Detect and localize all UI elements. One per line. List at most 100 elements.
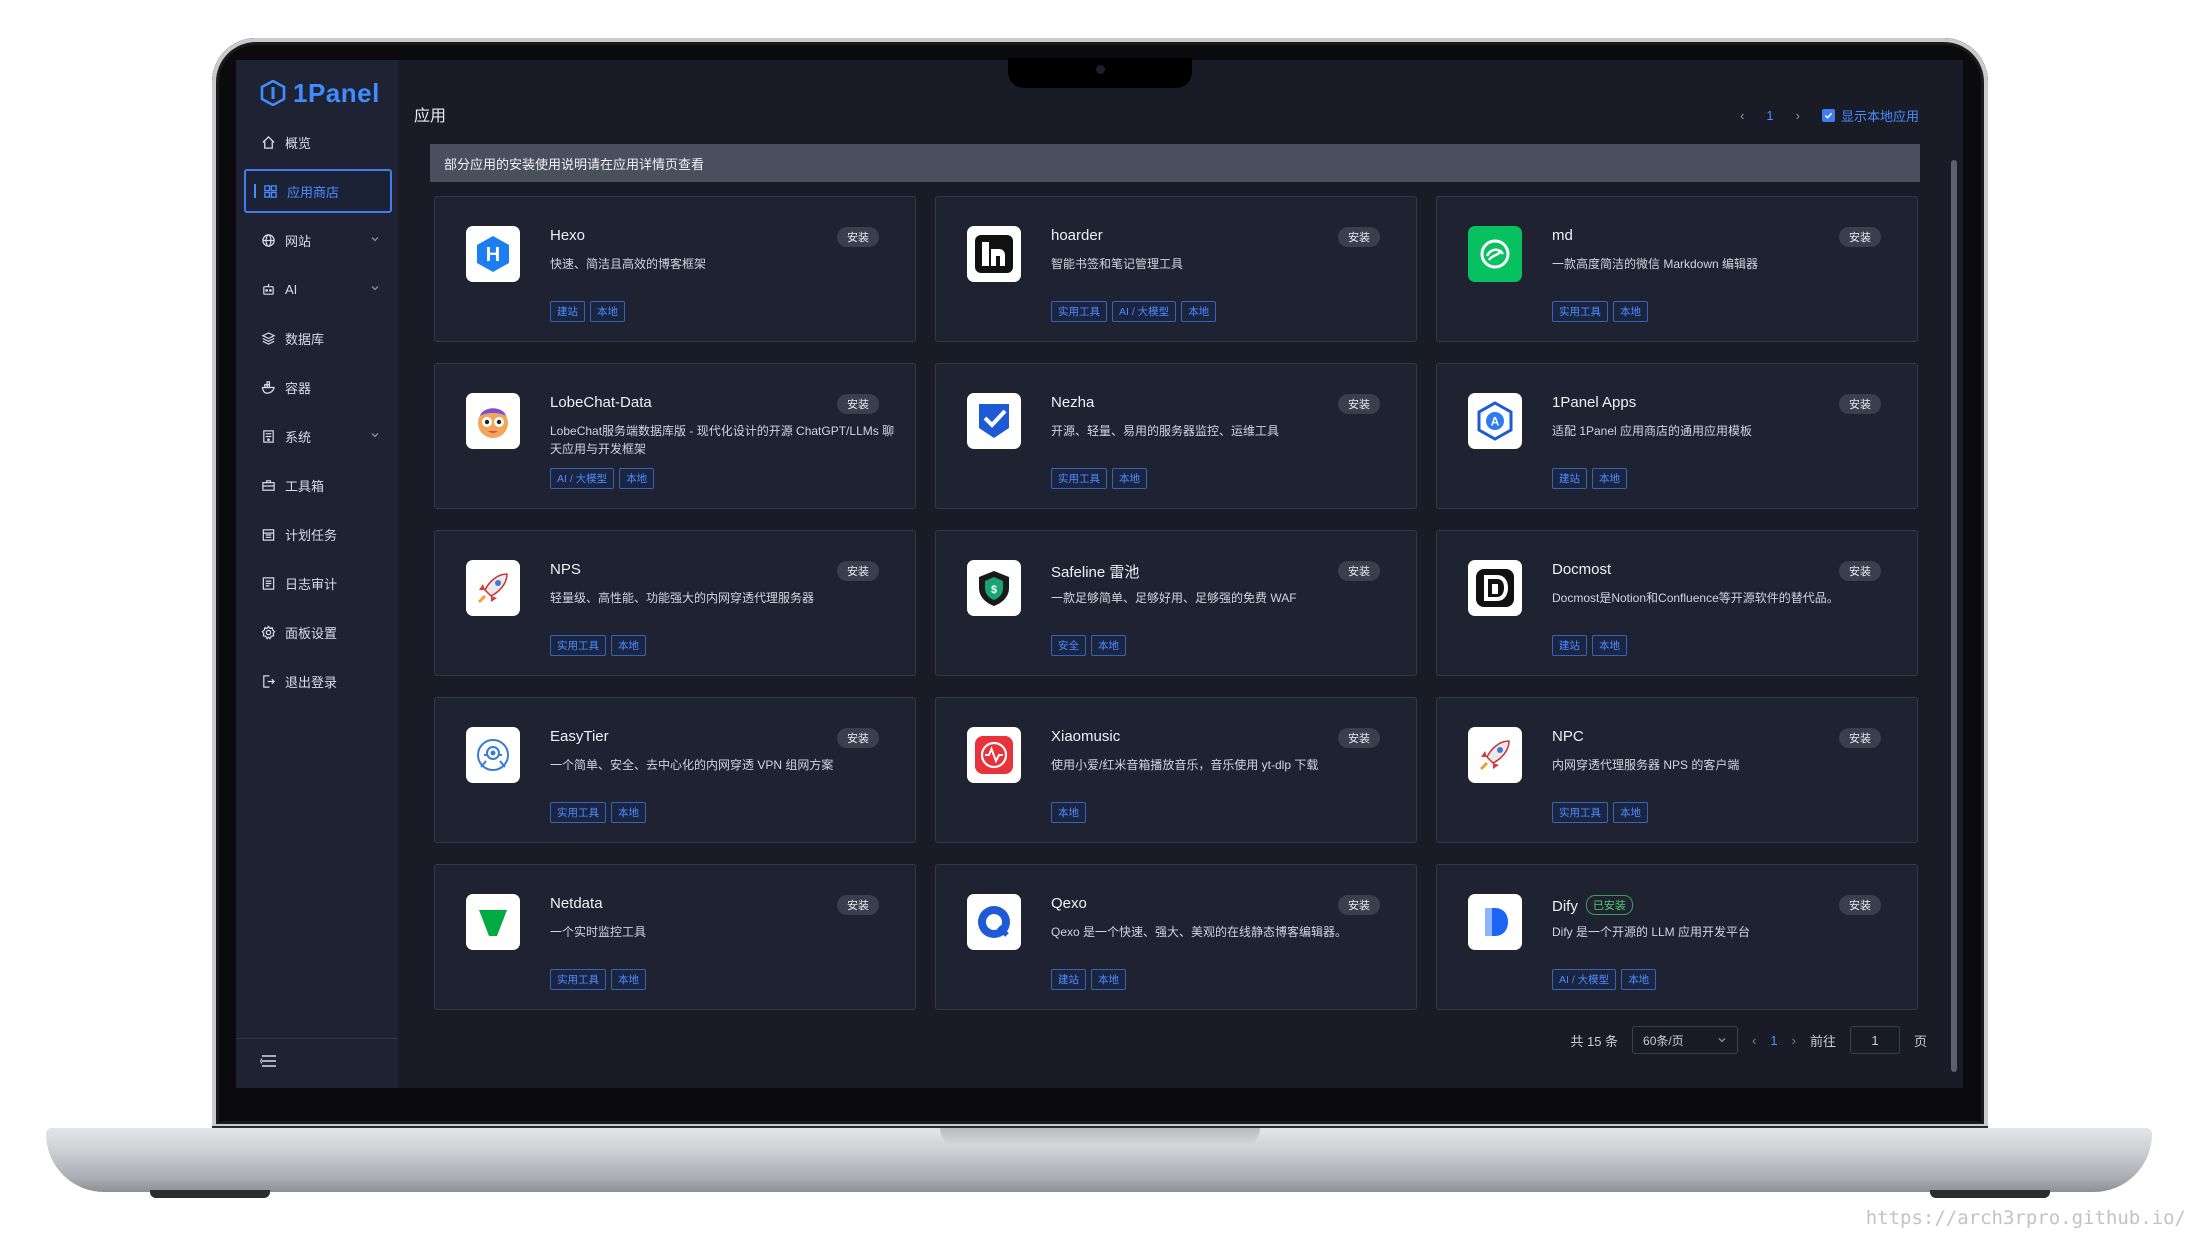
tag[interactable]: 实用工具 [550, 635, 606, 656]
tag[interactable]: 建站 [1051, 969, 1086, 990]
app-card[interactable]: Xiaomusic 安装 使用小爱/红米音箱播放音乐，音乐使用 yt-dlp 下… [935, 697, 1417, 843]
sidebar-item-toolbox[interactable]: 工具箱 [244, 463, 392, 507]
goto-label: 前往 [1809, 1033, 1836, 1049]
tag[interactable]: 建站 [1552, 635, 1587, 656]
install-button[interactable]: 安装 [1839, 561, 1881, 581]
goto-page-input[interactable]: 1 [1849, 1026, 1900, 1054]
sidebar-item-system[interactable]: 系统 [244, 414, 392, 458]
app-card[interactable]: $ Safeline 雷池 安装 一款足够简单、足够好用、足够强的免费 WAF … [935, 530, 1417, 676]
sidebar-item-cron[interactable]: 计划任务 [244, 512, 392, 556]
sidebar-item-database[interactable]: 数据库 [244, 316, 392, 360]
chevron-right-icon[interactable]: › [1796, 108, 1800, 123]
sidebar-nav: 概览 应用商店 网站 AI 数据库 容器 系统 工具箱 计划任务 日志审计 面板… [244, 120, 392, 708]
hexo-icon: H [466, 226, 520, 282]
tag[interactable]: 本地 [1091, 969, 1126, 990]
install-button[interactable]: 安装 [1839, 227, 1881, 247]
app-description: LobeChat服务端数据库版 - 现代化设计的开源 ChatGPT/LLMs … [550, 424, 895, 456]
app-card[interactable]: hoarder 安装 智能书签和笔记管理工具 实用工具 AI / 大模型 本地 [935, 196, 1417, 342]
install-button[interactable]: 安装 [837, 561, 879, 581]
tag[interactable]: 本地 [1613, 301, 1648, 322]
sidebar-item-website[interactable]: 网站 [244, 218, 392, 262]
logo[interactable]: 1Panel [260, 70, 380, 116]
install-button[interactable]: 安装 [1338, 227, 1380, 247]
pagination: 共 15 条 60条/页 ‹ 1 › 前往 1 页 [1570, 1026, 1927, 1054]
sidebar-item-settings[interactable]: 面板设置 [244, 610, 392, 654]
app-name: Qexo [1051, 895, 1087, 912]
app-card[interactable]: EasyTier 安装 一个简单、安全、去中心化的内网穿透 VPN 组网方案 实… [434, 697, 916, 843]
sidebar-item-ai[interactable]: AI [244, 267, 392, 311]
install-button[interactable]: 安装 [837, 394, 879, 414]
tag[interactable]: 本地 [1091, 635, 1126, 656]
tag[interactable]: 本地 [1613, 802, 1648, 823]
install-button[interactable]: 安装 [1338, 561, 1380, 581]
install-button[interactable]: 安装 [1338, 895, 1380, 915]
tag[interactable]: 本地 [590, 301, 625, 322]
logout-icon [260, 673, 277, 690]
app-card[interactable]: NPS 安装 轻量级、高性能、功能强大的内网穿透代理服务器 实用工具 本地 [434, 530, 916, 676]
tag[interactable]: 实用工具 [550, 802, 606, 823]
app-card[interactable]: NPC 安装 内网穿透代理服务器 NPS 的客户端 实用工具 本地 [1436, 697, 1918, 843]
app-name: EasyTier [550, 728, 609, 745]
chevron-left-icon[interactable]: ‹ [1752, 1033, 1756, 1048]
tag[interactable]: 建站 [550, 301, 585, 322]
app-card[interactable]: Qexo 安装 Qexo 是一个快速、强大、美观的在线静态博客编辑器。 建站 本… [935, 864, 1417, 1010]
tag[interactable]: 本地 [1621, 969, 1657, 990]
top-page-number[interactable]: 1 [1766, 108, 1773, 123]
tag[interactable]: 建站 [1552, 468, 1587, 489]
sidebar-item-label: 系统 [285, 429, 312, 445]
tag[interactable]: 实用工具 [1552, 301, 1608, 322]
app-card[interactable]: Dify 已安装 安装 Dify 是一个开源的 LLM 应用开发平台 AI / 大… [1436, 864, 1918, 1010]
hoarder-icon [967, 226, 1021, 282]
app-card[interactable]: Netdata 安装 一个实时监控工具 实用工具 本地 [434, 864, 916, 1010]
tag[interactable]: 本地 [611, 802, 646, 823]
tag[interactable]: AI / 大模型 [1552, 969, 1617, 990]
chevron-right-icon[interactable]: › [1792, 1033, 1796, 1048]
sidebar-item-label: 应用商店 [287, 184, 340, 200]
tag[interactable]: 本地 [1181, 301, 1217, 322]
scrollbar[interactable] [1951, 160, 1957, 1072]
chevron-left-icon[interactable]: ‹ [1740, 108, 1744, 123]
app-tags: 建站 本地 [1051, 969, 1126, 990]
tag[interactable]: 本地 [619, 468, 655, 489]
tag[interactable]: 本地 [1592, 468, 1627, 489]
app-card[interactable]: Docmost 安装 Docmost是Notion和Confluence等开源软… [1436, 530, 1918, 676]
tag[interactable]: 本地 [611, 969, 646, 990]
tag[interactable]: AI / 大模型 [550, 468, 615, 489]
install-button[interactable]: 安装 [1839, 895, 1881, 915]
app-card[interactable]: LobeChat-Data 安装 LobeChat服务端数据库版 - 现代化设计… [434, 363, 916, 509]
qexo-icon [967, 894, 1021, 950]
install-button[interactable]: 安装 [1338, 394, 1380, 414]
install-button[interactable]: 安装 [1839, 394, 1881, 414]
app-card[interactable]: H Hexo 安装 快速、简洁且高效的博客框架 建站 本地 [434, 196, 916, 342]
current-page[interactable]: 1 [1770, 1033, 1777, 1048]
sidebar-item-label: 数据库 [285, 331, 325, 347]
install-button[interactable]: 安装 [1839, 728, 1881, 748]
sidebar-item-logs[interactable]: 日志审计 [244, 561, 392, 605]
xiaomusic-icon [967, 727, 1021, 783]
tag[interactable]: 安全 [1051, 635, 1086, 656]
tag[interactable]: 实用工具 [550, 969, 606, 990]
app-card[interactable]: md 安装 一款高度简洁的微信 Markdown 编辑器 实用工具 本地 [1436, 196, 1918, 342]
tag[interactable]: 本地 [1051, 802, 1086, 823]
tag[interactable]: 本地 [1592, 635, 1627, 656]
tag[interactable]: 本地 [1112, 468, 1147, 489]
show-local-apps-checkbox[interactable]: 显示本地应用 [1821, 106, 1919, 125]
app-tags: 实用工具 本地 [1051, 468, 1147, 489]
install-button[interactable]: 安装 [837, 227, 879, 247]
sidebar-item-logout[interactable]: 退出登录 [244, 659, 392, 703]
tag[interactable]: 实用工具 [1552, 802, 1608, 823]
install-button[interactable]: 安装 [837, 895, 879, 915]
tag[interactable]: 实用工具 [1051, 468, 1107, 489]
tag[interactable]: 实用工具 [1051, 301, 1107, 322]
sidebar-item-app-store[interactable]: 应用商店 [244, 169, 392, 213]
tag[interactable]: 本地 [611, 635, 646, 656]
tag[interactable]: AI / 大模型 [1112, 301, 1177, 322]
menu-collapse-icon[interactable] [259, 1053, 278, 1074]
install-button[interactable]: 安装 [837, 728, 879, 748]
sidebar-item-overview[interactable]: 概览 [244, 120, 392, 164]
app-card[interactable]: Nezha 安装 开源、轻量、易用的服务器监控、运维工具 实用工具 本地 [935, 363, 1417, 509]
app-card[interactable]: A 1Panel Apps 安装 适配 1Panel 应用商店的通用应用模板 建… [1436, 363, 1918, 509]
sidebar-item-container[interactable]: 容器 [244, 365, 392, 409]
install-button[interactable]: 安装 [1338, 728, 1380, 748]
page-size-select[interactable]: 60条/页 [1632, 1026, 1739, 1054]
